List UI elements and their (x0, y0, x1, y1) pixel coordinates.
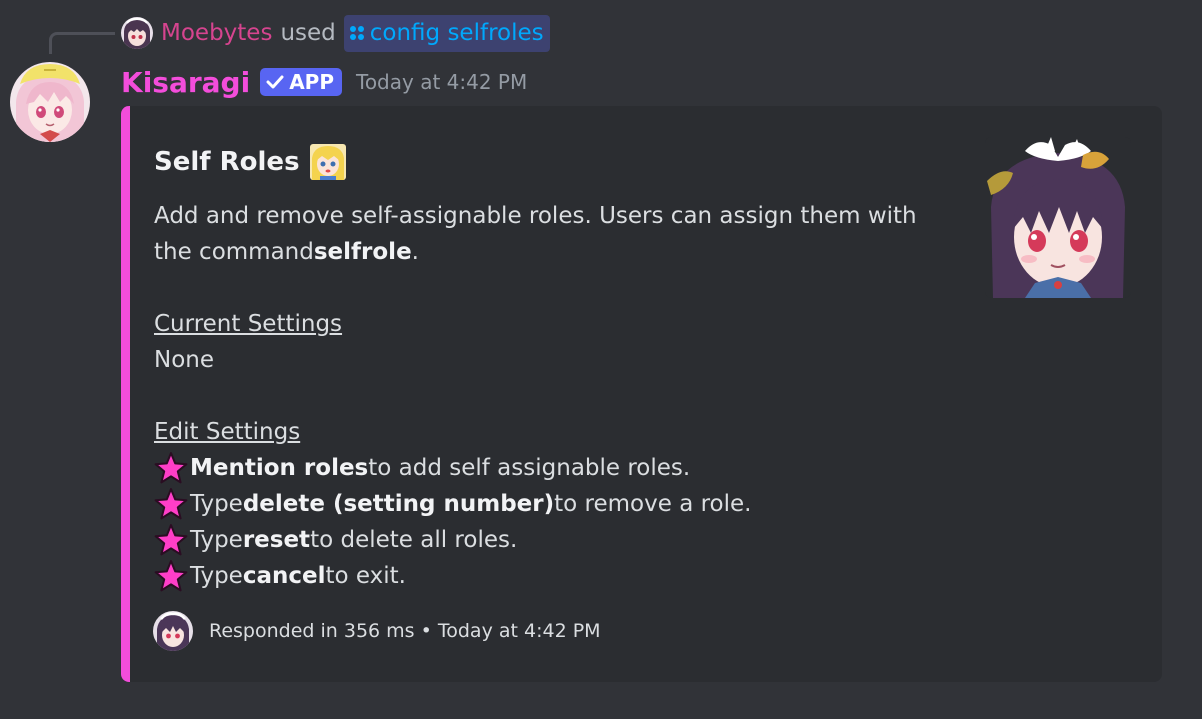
description-line-2: the command selfrole. (154, 234, 954, 270)
edit-item-suffix: to delete all roles. (310, 527, 518, 553)
app-badge-label: APP (289, 70, 334, 94)
embed-title: Self Roles (154, 142, 348, 182)
edit-item-keyword: delete (setting number) (242, 491, 555, 517)
command-keyword: selfrole (313, 239, 412, 265)
kisaragi-avatar[interactable] (10, 62, 90, 142)
edit-item-prefix: Type (190, 527, 243, 553)
command-reply-header: Moebytes used config selfroles (121, 14, 550, 52)
reply-connector (49, 32, 115, 54)
edit-item-keyword: Mention roles (190, 455, 369, 481)
description-text: the command (154, 239, 314, 265)
edit-settings-heading: Edit Settings (154, 419, 301, 445)
message-header: Kisaragi APP Today at 4:42 PM (121, 62, 527, 102)
current-settings-value: None (154, 347, 215, 373)
author-name[interactable]: Kisaragi (121, 66, 250, 99)
edit-item-suffix: to remove a role. (554, 491, 752, 517)
pink-star-icon (154, 488, 188, 520)
pink-star-icon (154, 560, 188, 592)
edit-item: Type delete (setting number) to remove a… (154, 486, 954, 522)
moebytes-avatar[interactable] (121, 17, 153, 49)
reply-verb: used (280, 20, 336, 46)
edit-item-keyword: cancel (242, 563, 326, 589)
discord-message-view: Moebytes used config selfroles Kisaragi (0, 0, 1202, 719)
embed-footer: Responded in 356 ms • Today at 4:42 PM (153, 611, 601, 651)
embed-title-text: Self Roles (154, 147, 300, 177)
current-settings-heading: Current Settings (154, 311, 343, 337)
edit-item: Type cancel to exit. (154, 558, 954, 594)
edit-item-suffix: to add self assignable roles. (368, 455, 691, 481)
embed-card: Self Roles Add and remove self-assignabl… (121, 106, 1162, 682)
embed-accent-bar (121, 106, 130, 682)
edit-item: Mention roles to add self assignable rol… (154, 450, 954, 486)
edit-item: Type reset to delete all roles. (154, 522, 954, 558)
edit-item-keyword: reset (242, 527, 311, 553)
embed-description: Add and remove self-assignable roles. Us… (154, 198, 954, 594)
footer-avatar-icon (153, 611, 193, 651)
edit-item-prefix: Type (190, 491, 243, 517)
app-badge: APP (260, 68, 342, 96)
slash-command-icon (349, 26, 364, 40)
description-line-1: Add and remove self-assignable roles. Us… (154, 203, 917, 229)
pink-star-icon (154, 524, 188, 556)
checkmark-icon (266, 75, 284, 89)
edit-item-prefix: Type (190, 563, 243, 589)
command-mention[interactable]: config selfroles (343, 14, 550, 52)
description-period: . (411, 239, 419, 265)
command-name: config selfroles (369, 20, 544, 46)
pink-star-icon (154, 452, 188, 484)
footer-text: Responded in 356 ms • Today at 4:42 PM (209, 620, 601, 642)
message-timestamp[interactable]: Today at 4:42 PM (356, 70, 527, 94)
blonde-anime-girl-emoji (308, 142, 348, 182)
reply-username[interactable]: Moebytes (161, 20, 272, 46)
edit-item-suffix: to exit. (325, 563, 406, 589)
anime-girl-thumbnail[interactable] (985, 137, 1131, 298)
